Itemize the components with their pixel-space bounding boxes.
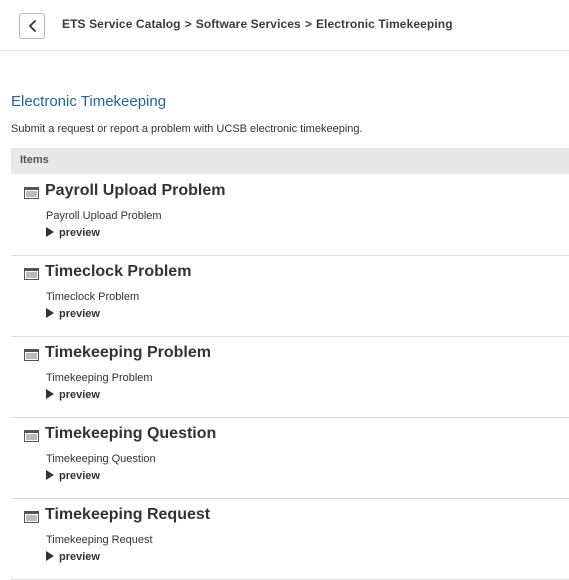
form-icon	[24, 268, 39, 280]
preview-toggle[interactable]: preview	[46, 308, 100, 320]
back-button[interactable]	[19, 13, 45, 39]
category-description: Submit a request or report a problem wit…	[11, 123, 363, 135]
list-item[interactable]: Timekeeping Problem Timekeeping Problem pr…	[11, 337, 569, 418]
item-title[interactable]: Timekeeping Problem	[45, 344, 211, 362]
category-title: Electronic Timekeeping	[11, 93, 167, 110]
form-icon	[24, 511, 39, 523]
item-subtitle: Payroll Upload Problem	[46, 210, 162, 222]
item-title[interactable]: Payroll Upload Problem	[45, 182, 225, 200]
breadcrumb-electronic-timekeeping: Electronic Timekeeping	[315, 17, 453, 31]
list-item[interactable]: Timekeeping Request Timekeeping Request pr…	[11, 499, 569, 580]
item-title[interactable]: Timeclock Problem	[45, 263, 191, 281]
breadcrumb-software-services[interactable]: Software Services	[196, 17, 301, 31]
breadcrumb-separator: >	[184, 17, 192, 31]
list-item[interactable]: Timeclock Problem Timeclock Problem previe…	[11, 256, 569, 337]
items-header: Items	[11, 148, 569, 174]
item-title[interactable]: Timekeeping Request	[45, 506, 210, 524]
breadcrumb-service-catalog[interactable]: ETS Service Catalog	[62, 17, 181, 31]
preview-label: preview	[59, 389, 100, 401]
item-subtitle: Timekeeping Question	[46, 453, 156, 465]
preview-toggle[interactable]: preview	[46, 389, 100, 401]
list-item[interactable]: Timekeeping Question Timekeeping Question…	[11, 418, 569, 499]
form-icon	[24, 187, 39, 199]
breadcrumb-separator: >	[304, 17, 312, 31]
breadcrumb: ETS Service Catalog > Software Services > El…	[62, 17, 453, 31]
item-subtitle: Timekeeping Request	[46, 534, 153, 546]
expand-triangle-icon	[46, 308, 54, 318]
expand-triangle-icon	[46, 389, 54, 399]
preview-label: preview	[59, 551, 100, 563]
item-subtitle: Timekeeping Problem	[46, 372, 153, 384]
preview-label: preview	[59, 308, 100, 320]
form-icon	[24, 430, 39, 442]
top-bar: ETS Service Catalog > Software Services > El…	[0, 0, 569, 51]
item-subtitle: Timeclock Problem	[46, 291, 140, 303]
list-item[interactable]: Payroll Upload Problem Payroll Upload Pro…	[11, 175, 569, 256]
preview-label: preview	[59, 227, 100, 239]
preview-toggle[interactable]: preview	[46, 227, 100, 239]
chevron-left-icon	[28, 19, 37, 33]
expand-triangle-icon	[46, 470, 54, 480]
preview-label: preview	[59, 470, 100, 482]
preview-toggle[interactable]: preview	[46, 470, 100, 482]
preview-toggle[interactable]: preview	[46, 551, 100, 563]
expand-triangle-icon	[46, 227, 54, 237]
expand-triangle-icon	[46, 551, 54, 561]
form-icon	[24, 349, 39, 361]
item-title[interactable]: Timekeeping Question	[45, 425, 216, 443]
